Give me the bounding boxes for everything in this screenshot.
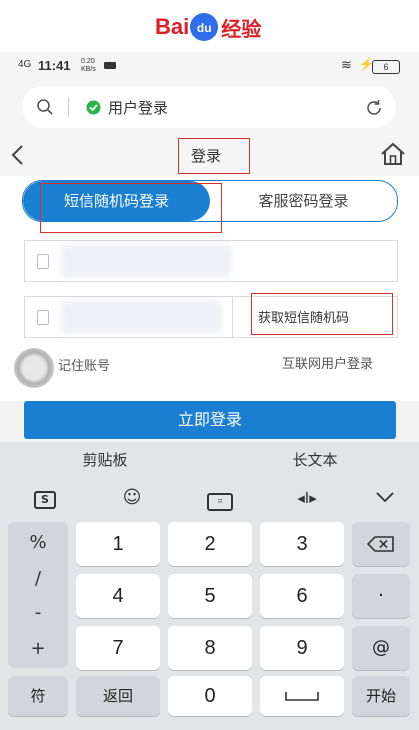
symbols-key[interactable]: 符 xyxy=(8,676,68,716)
key-2[interactable]: 2 xyxy=(168,522,252,566)
blurred-phone-number xyxy=(61,245,231,277)
blurred-code xyxy=(61,301,221,333)
lock-icon xyxy=(37,310,49,325)
status-bar: 4G 11:41 0.20 KB/s ≋ ⚡ 6 xyxy=(0,52,419,82)
refresh-icon[interactable] xyxy=(364,98,384,118)
header-title: 登录 xyxy=(191,147,222,165)
wifi-icon: ≋ xyxy=(341,57,352,72)
space-icon xyxy=(285,692,319,701)
key-5[interactable]: 5 xyxy=(168,574,252,618)
browser-bar: 用户登录 xyxy=(0,82,419,134)
tab-highlight xyxy=(40,183,222,233)
key-7[interactable]: 7 xyxy=(76,626,160,670)
cursor-icon[interactable]: ◂I▸ xyxy=(290,484,324,512)
key-1[interactable]: 1 xyxy=(76,522,160,566)
key-4[interactable]: 4 xyxy=(76,574,160,618)
internet-login-link[interactable]: 互联网用户登录 xyxy=(282,353,373,372)
collapse-icon[interactable] xyxy=(374,490,396,504)
keyboard-icon[interactable]: ⠶ xyxy=(205,484,235,512)
video-icon xyxy=(104,62,116,69)
get-code-button[interactable]: 获取短信随机码 xyxy=(258,307,349,326)
baidu-jingyan-logo: Bai du 经验 xyxy=(155,13,262,41)
key-minus[interactable]: - xyxy=(8,602,68,623)
key-3[interactable]: 3 xyxy=(260,522,344,566)
key-plus[interactable]: + xyxy=(8,638,68,659)
app-header: 登录 xyxy=(0,134,419,177)
clipboard-button[interactable]: 剪贴板 xyxy=(50,442,160,478)
page-title: 用户登录 xyxy=(108,99,169,117)
space-key[interactable] xyxy=(260,676,344,716)
key-slash[interactable]: / xyxy=(8,568,68,589)
remember-label[interactable]: 记住账号 xyxy=(58,355,110,374)
key-9[interactable]: 9 xyxy=(260,626,344,670)
address-bar[interactable]: 用户登录 xyxy=(22,86,396,128)
emoji-icon[interactable]: ☺ xyxy=(117,484,147,512)
baidu-s-icon[interactable]: S xyxy=(30,484,60,512)
clock: 11:41 xyxy=(38,58,71,73)
phone-field[interactable] xyxy=(24,240,398,282)
home-icon[interactable] xyxy=(380,142,406,166)
tab-password-login[interactable]: 客服密码登录 xyxy=(210,181,397,221)
key-0[interactable]: 0 xyxy=(168,676,252,716)
paw-icon: du xyxy=(190,13,219,41)
network-speed: 0.20 KB/s xyxy=(81,58,96,73)
touch-indicator xyxy=(14,348,54,388)
back-arrow-icon[interactable] xyxy=(10,144,26,166)
key-8[interactable]: 8 xyxy=(168,626,252,670)
return-key[interactable]: 返回 xyxy=(76,676,160,716)
backspace-key[interactable] xyxy=(352,522,410,566)
key-at[interactable]: @ xyxy=(352,626,410,670)
key-percent[interactable]: % xyxy=(8,532,68,553)
secure-shield-icon xyxy=(86,100,101,115)
phone-icon xyxy=(37,254,49,269)
battery-icon: 6 xyxy=(372,60,400,74)
signal-label: 4G xyxy=(18,59,32,70)
key-dot[interactable]: · xyxy=(352,574,410,618)
key-6[interactable]: 6 xyxy=(260,574,344,618)
sms-code-field[interactable] xyxy=(24,296,234,338)
divider xyxy=(68,97,69,117)
start-key[interactable]: 开始 xyxy=(352,676,410,716)
search-icon[interactable] xyxy=(36,98,54,116)
backspace-icon xyxy=(366,536,394,552)
long-text-button[interactable]: 长文本 xyxy=(260,442,370,478)
brand-header: Bai du 经验 xyxy=(0,0,419,52)
login-button[interactable]: 立即登录 xyxy=(24,401,396,439)
